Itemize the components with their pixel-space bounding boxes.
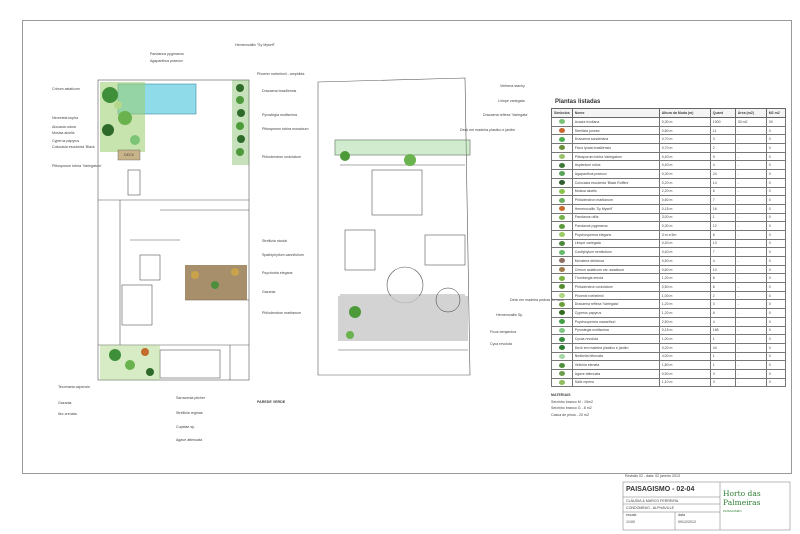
project-address: CONDOMÍNIO - ALPHAVILLE bbox=[626, 506, 675, 510]
date-value: 09/12/2012 bbox=[678, 520, 696, 524]
scale-value: 1/100 bbox=[626, 520, 635, 524]
scale-label: escala bbox=[626, 513, 637, 517]
date-label: data bbox=[678, 513, 685, 517]
sheet-title: PAISAGISMO - 02-04 bbox=[626, 486, 695, 493]
logo-text: Horto das bbox=[723, 489, 761, 498]
revision-note: Revisão 02 - data: 02 janeiro 2013 bbox=[625, 474, 680, 478]
title-block-lines bbox=[622, 481, 791, 531]
logo-text: Palmeiras bbox=[723, 498, 761, 507]
client-name: CLÁUDIA & MARCO FERREIRA bbox=[626, 499, 679, 503]
company-logo: Horto das Palmeiras PAISAGISMO bbox=[720, 487, 788, 527]
drawing-sheet: Pandanus pygmaeus Agapanthus praecox Hem… bbox=[0, 0, 800, 534]
logo-subtitle: PAISAGISMO bbox=[723, 509, 742, 513]
